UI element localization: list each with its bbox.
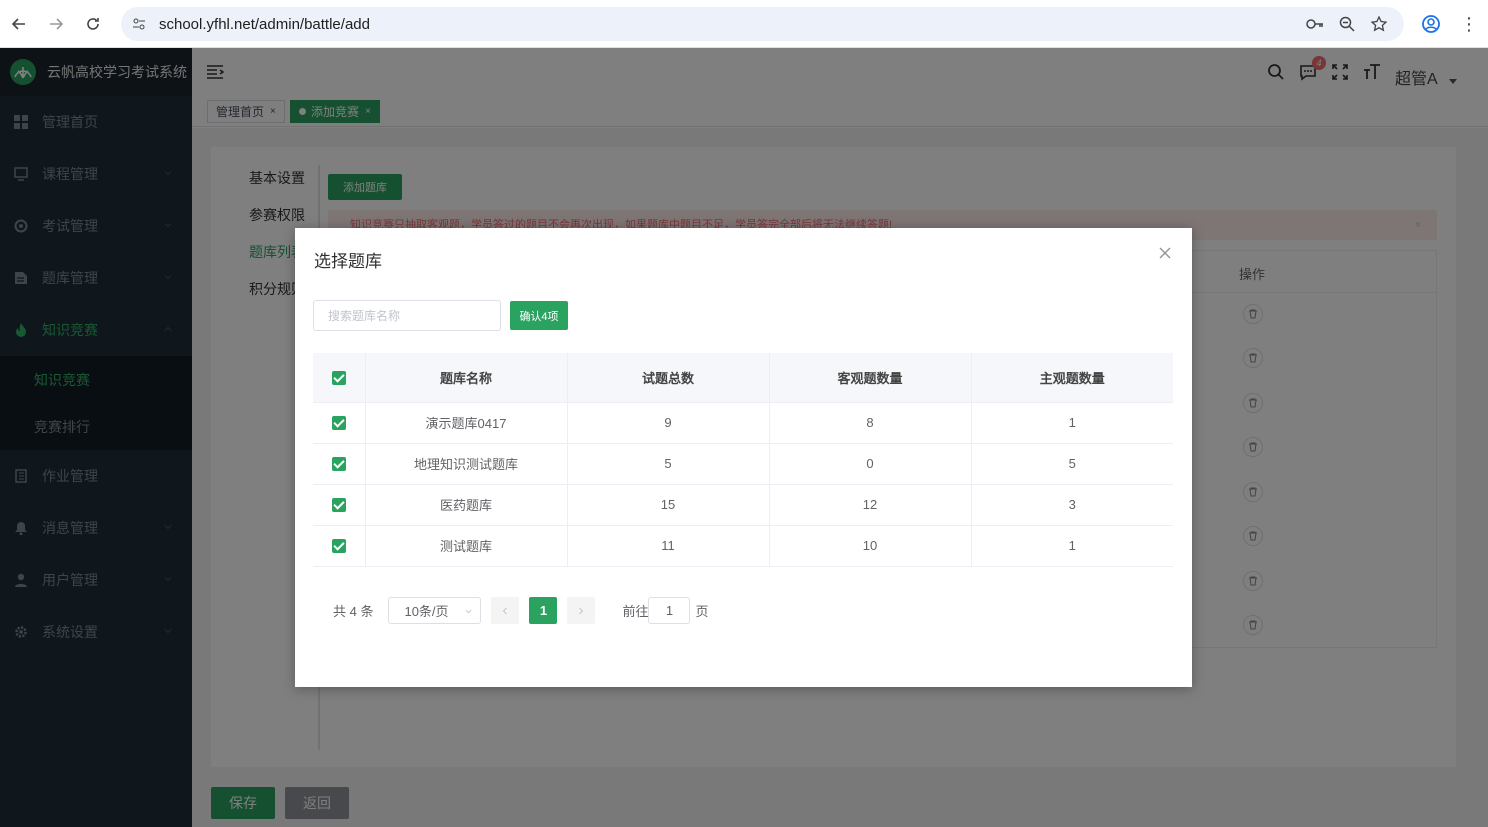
column-header: 题库名称	[365, 353, 568, 403]
library-name: 演示题库0417	[365, 402, 568, 444]
row-checkbox[interactable]	[331, 457, 346, 472]
prev-page-button[interactable]	[491, 597, 520, 624]
forward-arrow-icon[interactable]	[46, 14, 66, 34]
url-text: school.yfhl.net/admin/battle/add	[159, 15, 370, 33]
close-icon[interactable]	[1158, 246, 1172, 260]
chevron-down-icon	[466, 609, 472, 614]
column-header: 客观题数量	[769, 353, 972, 403]
page-size-select[interactable]: 10条/页	[388, 597, 482, 624]
pagination: 共 4 条 10条/页 1 前往 页	[333, 597, 709, 624]
select-library-dialog: 选择题库 确认4项 题库名称 试题总数 客观题数量 主观题数量 演示题库0417…	[295, 228, 1192, 687]
table-header-row: 题库名称 试题总数 客观题数量 主观题数量	[313, 353, 1173, 403]
total-count: 15	[567, 484, 770, 526]
subjective-count: 3	[971, 484, 1173, 526]
library-name: 地理知识测试题库	[365, 443, 568, 485]
site-settings-icon[interactable]	[131, 16, 147, 32]
chevron-left-icon	[503, 607, 508, 614]
row-checkbox[interactable]	[331, 539, 346, 554]
profile-icon[interactable]	[1421, 14, 1441, 34]
reload-icon[interactable]	[83, 14, 103, 34]
objective-count: 0	[769, 443, 972, 485]
search-input[interactable]	[313, 300, 501, 331]
select-all-checkbox[interactable]	[331, 371, 346, 386]
objective-count: 10	[769, 525, 972, 567]
goto-page-input[interactable]	[648, 597, 691, 624]
browser-menu-icon[interactable]: ⋮	[1460, 14, 1478, 34]
zoom-icon[interactable]	[1338, 15, 1356, 33]
row-check-cell	[313, 443, 366, 485]
row-check-cell	[313, 484, 366, 526]
table-row[interactable]: 医药题库 15 12 3	[313, 484, 1173, 526]
column-header: 主观题数量	[971, 353, 1173, 403]
row-checkbox[interactable]	[331, 416, 346, 431]
dialog-title: 选择题库	[314, 252, 382, 271]
column-header: 试题总数	[567, 353, 770, 403]
address-bar[interactable]: school.yfhl.net/admin/battle/add	[121, 7, 1404, 41]
row-check-cell	[313, 525, 366, 567]
total-count: 5	[567, 443, 770, 485]
goto-label: 前往	[622, 604, 649, 619]
row-checkbox[interactable]	[331, 498, 346, 513]
objective-count: 12	[769, 484, 972, 526]
subjective-count: 1	[971, 525, 1173, 567]
table-row[interactable]: 地理知识测试题库 5 0 5	[313, 443, 1173, 485]
back-arrow-icon[interactable]	[9, 14, 29, 34]
browser-toolbar: school.yfhl.net/admin/battle/add ⋮	[0, 0, 1488, 48]
library-name: 测试题库	[365, 525, 568, 567]
confirm-selection-button[interactable]: 确认4项	[510, 301, 568, 330]
current-page-button[interactable]: 1	[529, 597, 558, 624]
key-icon[interactable]	[1306, 15, 1324, 33]
table-row[interactable]: 演示题库0417 9 8 1	[313, 402, 1173, 444]
subjective-count: 1	[971, 402, 1173, 444]
row-check-cell	[313, 402, 366, 444]
page-suffix: 页	[695, 604, 709, 619]
total-count-text: 共 4 条	[333, 604, 374, 619]
subjective-count: 5	[971, 443, 1173, 485]
total-count: 9	[567, 402, 770, 444]
next-page-button[interactable]	[567, 597, 596, 624]
chevron-right-icon	[579, 607, 584, 614]
total-count: 11	[567, 525, 770, 567]
objective-count: 8	[769, 402, 972, 444]
library-name: 医药题库	[365, 484, 568, 526]
table-row[interactable]: 测试题库 11 10 1	[313, 525, 1173, 567]
page-size-value: 10条/页	[404, 604, 449, 619]
library-select-table: 题库名称 试题总数 客观题数量 主观题数量 演示题库0417 9 8 1 地理知…	[313, 353, 1173, 567]
bookmark-star-icon[interactable]	[1370, 15, 1388, 33]
select-all-cell	[313, 353, 366, 403]
